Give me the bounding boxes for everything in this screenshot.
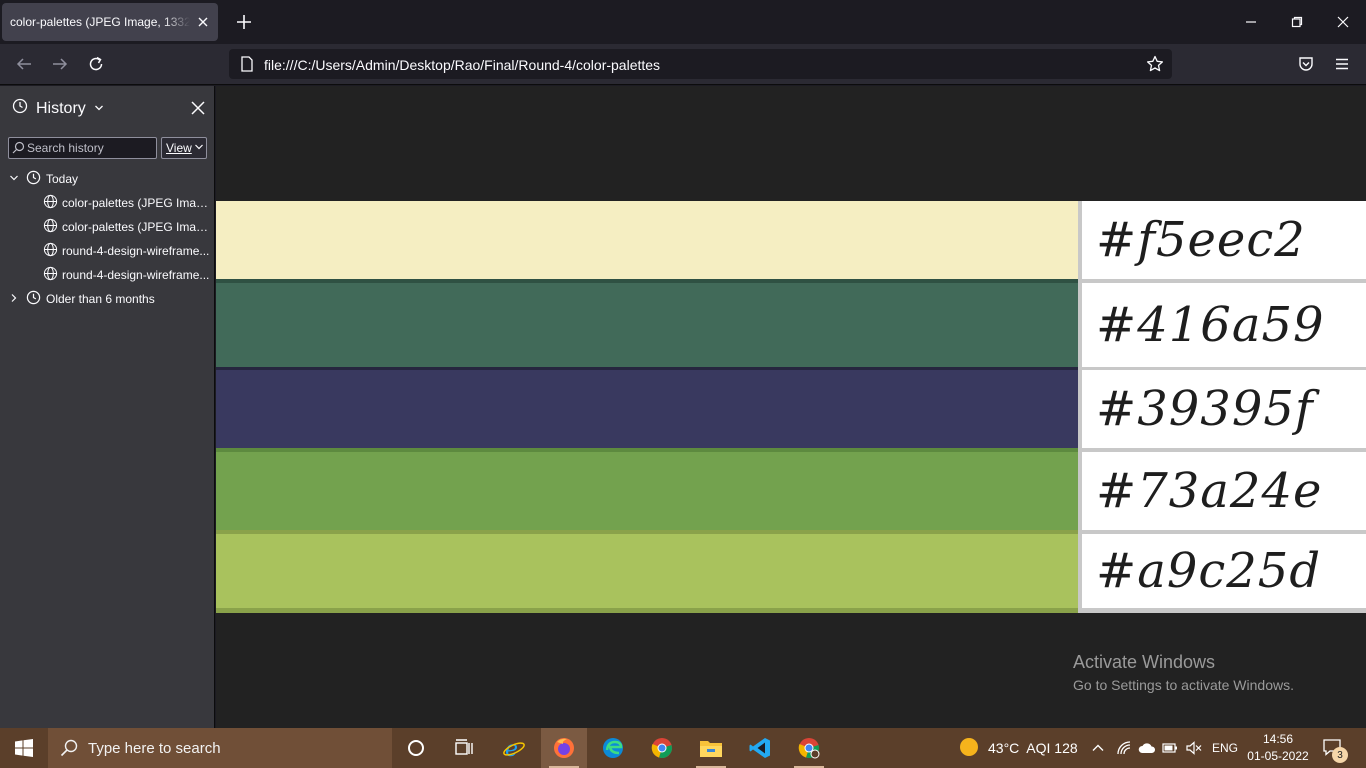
- clock-icon: [12, 98, 28, 119]
- history-group-today[interactable]: Today: [0, 168, 214, 190]
- history-item[interactable]: round-4-design-wireframe...: [0, 240, 214, 262]
- image-viewer: #f5eec2 #416a59 #39395f #73a24e #a9c25d …: [216, 86, 1366, 728]
- sun-icon: [958, 736, 980, 761]
- taskbar: Type here to search e 43°C AQI 128 ENG 1…: [0, 728, 1366, 768]
- navigation-bar: file:///C:/Users/Admin/Desktop/Rao/Final…: [0, 44, 1366, 85]
- chevron-down-icon: [94, 100, 104, 118]
- notification-badge: 3: [1332, 747, 1348, 763]
- clock-icon: [26, 170, 41, 188]
- clock-icon: [26, 290, 41, 308]
- url-bar[interactable]: file:///C:/Users/Admin/Desktop/Rao/Final…: [229, 49, 1172, 79]
- swatch-divider: [216, 608, 1078, 613]
- task-view-icon[interactable]: [441, 728, 487, 768]
- chrome-alt-icon[interactable]: [786, 728, 832, 768]
- tab-color-palettes[interactable]: color-palettes (JPEG Image, 1332 × 456 p…: [2, 3, 218, 41]
- windows-start-icon[interactable]: [0, 728, 48, 768]
- new-tab-icon[interactable]: [234, 12, 254, 32]
- color-swatch: [216, 283, 1078, 367]
- weather-widget[interactable]: 43°C AQI 128: [958, 728, 1078, 768]
- hex-label: #416a59: [1082, 283, 1366, 367]
- globe-icon: [43, 218, 58, 236]
- taskbar-search-placeholder: Type here to search: [88, 739, 221, 757]
- history-item-label: color-palettes (JPEG Image...: [62, 196, 214, 210]
- chrome-icon[interactable]: [639, 728, 685, 768]
- clock-date: 01-05-2022: [1247, 749, 1309, 763]
- language-indicator[interactable]: ENG: [1212, 728, 1238, 768]
- hex-label: #a9c25d: [1082, 534, 1366, 608]
- color-swatch: [216, 201, 1078, 279]
- volume-muted-icon[interactable]: [1186, 728, 1202, 768]
- group-label: Today: [46, 172, 79, 186]
- network-icon[interactable]: [1116, 728, 1132, 768]
- history-item-label: color-palettes (JPEG Image...: [62, 220, 214, 234]
- history-title: History: [36, 99, 86, 117]
- history-search-input[interactable]: [27, 140, 152, 156]
- back-icon[interactable]: [14, 54, 34, 74]
- clock-time: 14:56: [1262, 732, 1294, 746]
- view-label: View: [166, 141, 192, 155]
- color-swatch: [216, 534, 1078, 608]
- group-label: Older than 6 months: [46, 292, 155, 306]
- reload-icon[interactable]: [86, 54, 106, 74]
- tab-title: color-palettes (JPEG Image, 1332 × 456 p…: [10, 15, 190, 29]
- color-palette-image: #f5eec2 #416a59 #39395f #73a24e #a9c25d: [216, 201, 1366, 613]
- url-text: file:///C:/Users/Admin/Desktop/Rao/Final…: [264, 57, 661, 73]
- bookmark-star-icon[interactable]: [1146, 55, 1164, 78]
- language-text: ENG: [1212, 741, 1239, 755]
- page-icon: [240, 56, 254, 77]
- history-group-older[interactable]: Older than 6 months: [0, 288, 214, 310]
- battery-icon[interactable]: [1162, 728, 1178, 768]
- color-swatch: [216, 452, 1078, 530]
- firefox-icon[interactable]: [541, 728, 587, 768]
- notification-center-icon[interactable]: 3: [1322, 728, 1348, 768]
- history-item[interactable]: color-palettes (JPEG Image...: [0, 192, 214, 214]
- globe-icon: [43, 194, 58, 212]
- search-icon: [12, 141, 25, 159]
- edge-icon[interactable]: [590, 728, 636, 768]
- close-window-icon[interactable]: [1333, 12, 1353, 32]
- search-icon: [60, 739, 78, 762]
- taskbar-search-box[interactable]: Type here to search: [48, 728, 392, 768]
- file-explorer-icon[interactable]: [688, 728, 734, 768]
- globe-icon: [43, 266, 58, 284]
- pocket-icon[interactable]: [1296, 54, 1316, 74]
- color-swatch: [216, 370, 1078, 448]
- vscode-icon[interactable]: [737, 728, 783, 768]
- tab-bar: color-palettes (JPEG Image, 1332 × 456 p…: [0, 0, 1366, 44]
- globe-icon: [43, 242, 58, 260]
- chevron-down-icon: [194, 141, 204, 155]
- history-item[interactable]: round-4-design-wireframe...: [0, 264, 214, 286]
- watermark-title: Activate Windows: [1073, 652, 1216, 672]
- view-button[interactable]: View: [161, 137, 207, 159]
- clock[interactable]: 14:56 01-05-2022: [1244, 731, 1312, 765]
- hex-label: #73a24e: [1082, 452, 1366, 530]
- restore-icon[interactable]: [1287, 12, 1307, 32]
- weather-text: 43°C AQI 128: [988, 740, 1078, 756]
- watermark-subtitle: Go to Settings to activate Windows.: [1073, 677, 1294, 693]
- activate-windows-watermark: Activate Windows Go to Settings to activ…: [1073, 652, 1294, 693]
- hex-label: #f5eec2: [1082, 201, 1366, 279]
- history-sidebar: History View Today color-palettes (JPEG …: [0, 86, 215, 728]
- chevron-down-icon[interactable]: [9, 172, 21, 186]
- history-search[interactable]: [8, 137, 157, 159]
- chevron-right-icon[interactable]: [9, 292, 21, 306]
- tab-close-icon[interactable]: [194, 13, 212, 31]
- close-sidebar-icon[interactable]: [188, 98, 208, 118]
- history-item[interactable]: color-palettes (JPEG Image...: [0, 216, 214, 238]
- history-item-label: round-4-design-wireframe...: [62, 268, 210, 282]
- menu-icon[interactable]: [1332, 54, 1352, 74]
- onedrive-icon[interactable]: [1138, 728, 1156, 768]
- minimize-icon[interactable]: [1241, 12, 1261, 32]
- forward-icon[interactable]: [50, 54, 70, 74]
- internet-explorer-icon[interactable]: e: [491, 728, 537, 768]
- cortana-icon[interactable]: [393, 728, 439, 768]
- show-hidden-icons[interactable]: [1091, 728, 1105, 768]
- hex-label: #39395f: [1082, 370, 1366, 448]
- history-item-label: round-4-design-wireframe...: [62, 244, 210, 258]
- history-header[interactable]: History: [12, 98, 104, 119]
